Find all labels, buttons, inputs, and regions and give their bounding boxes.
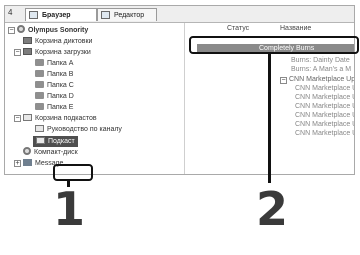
tree-item-label: Папка B <box>47 71 74 78</box>
tab-browser-label: Браузер <box>42 12 71 19</box>
tab-editor[interactable]: Редактор <box>97 8 157 21</box>
tree-item-label: Папка E <box>47 104 74 111</box>
tree-item-label: Olympus Sonority <box>28 27 89 34</box>
download-tray-icon <box>23 48 32 55</box>
tree-item-label: Подкаст <box>48 138 75 145</box>
list-header: Статус Название <box>187 23 354 34</box>
folder-tree: − Olympus Sonority Корзина диктовки − Ко… <box>5 23 185 174</box>
collapse-toggle-root[interactable]: − <box>8 27 15 34</box>
folder-icon <box>35 70 44 77</box>
callout-box-2 <box>189 36 359 54</box>
tree-item-podcast[interactable]: Подкаст <box>33 136 78 147</box>
collapse-toggle-cnn[interactable]: − <box>280 77 287 84</box>
tree-item-root[interactable]: Olympus Sonority <box>17 25 88 36</box>
tree-item-folder-c[interactable]: Папка C <box>35 80 74 91</box>
tree-item-folder-a[interactable]: Папка A <box>35 58 73 69</box>
podcast-tray-icon <box>23 114 32 121</box>
message-icon <box>23 159 32 166</box>
tree-item-podcast-tray[interactable]: Корзина подкастов <box>23 113 97 124</box>
tree-item-label: Руководство по каналу <box>47 126 122 133</box>
list-item[interactable]: CNN Marketplace Up <box>295 120 354 129</box>
tree-item-channel-guide[interactable]: Руководство по каналу <box>35 124 122 135</box>
tab-number: 4 <box>8 8 13 17</box>
callout-number-1: 1 <box>53 182 86 236</box>
guide-icon <box>35 125 44 132</box>
podcast-icon <box>36 137 45 144</box>
list-item[interactable]: CNN Marketplace Up <box>295 93 354 102</box>
folder-icon <box>35 59 44 66</box>
tab-editor-label: Редактор <box>114 12 145 19</box>
callout-box-1 <box>53 164 93 181</box>
editor-icon <box>101 11 110 19</box>
folder-icon <box>35 81 44 88</box>
list-item[interactable]: Burns: Dainty Date <box>291 56 350 65</box>
browser-icon <box>29 11 38 19</box>
app-window: 4 Браузер Редактор − Olympus Sonority Ко… <box>4 5 355 175</box>
expand-toggle-message[interactable]: + <box>14 160 21 167</box>
list-item[interactable]: CNN Marketplace Up <box>295 84 354 93</box>
tree-item-label: Папка A <box>47 60 74 67</box>
column-header-title[interactable]: Название <box>280 23 311 34</box>
tab-bar: 4 Браузер Редактор <box>5 6 354 23</box>
folder-icon <box>35 103 44 110</box>
list-item[interactable]: CNN Marketplace Up <box>295 102 354 111</box>
tree-item-folder-e[interactable]: Папка E <box>35 102 73 113</box>
collapse-toggle-podcast[interactable]: − <box>14 115 21 122</box>
tree-item-label: Папка D <box>47 93 74 100</box>
callout-number-2: 2 <box>256 182 289 236</box>
list-item[interactable]: CNN Marketplace Up <box>295 129 354 138</box>
tab-browser[interactable]: Браузер <box>25 8 97 21</box>
column-header-status[interactable]: Статус <box>227 23 249 34</box>
collapse-toggle-download[interactable]: − <box>14 49 21 56</box>
tree-item-label: Корзина загрузки <box>35 49 91 56</box>
tree-item-label: Корзина диктовки <box>35 38 93 45</box>
folder-icon <box>35 92 44 99</box>
tree-item-label: Папка C <box>47 82 74 89</box>
tree-item-dictation-tray[interactable]: Корзина диктовки <box>23 36 92 47</box>
callout-line-2 <box>268 54 271 183</box>
cd-icon <box>23 147 31 155</box>
tree-item-folder-b[interactable]: Папка B <box>35 69 73 80</box>
tree-item-cd[interactable]: Компакт-диск <box>23 147 78 158</box>
trash-icon <box>23 37 32 44</box>
list-item[interactable]: Burns: A Man's a M <box>291 65 351 74</box>
disc-icon <box>17 25 25 33</box>
list-item[interactable]: CNN Marketplace Up <box>295 111 354 120</box>
tree-item-label: Корзина подкастов <box>35 115 97 122</box>
list-item[interactable]: CNN Marketplace Upd <box>289 75 354 84</box>
tree-item-download-tray[interactable]: Корзина загрузки <box>23 47 91 58</box>
tree-item-label: Компакт-диск <box>34 149 78 156</box>
tree-item-folder-d[interactable]: Папка D <box>35 91 74 102</box>
